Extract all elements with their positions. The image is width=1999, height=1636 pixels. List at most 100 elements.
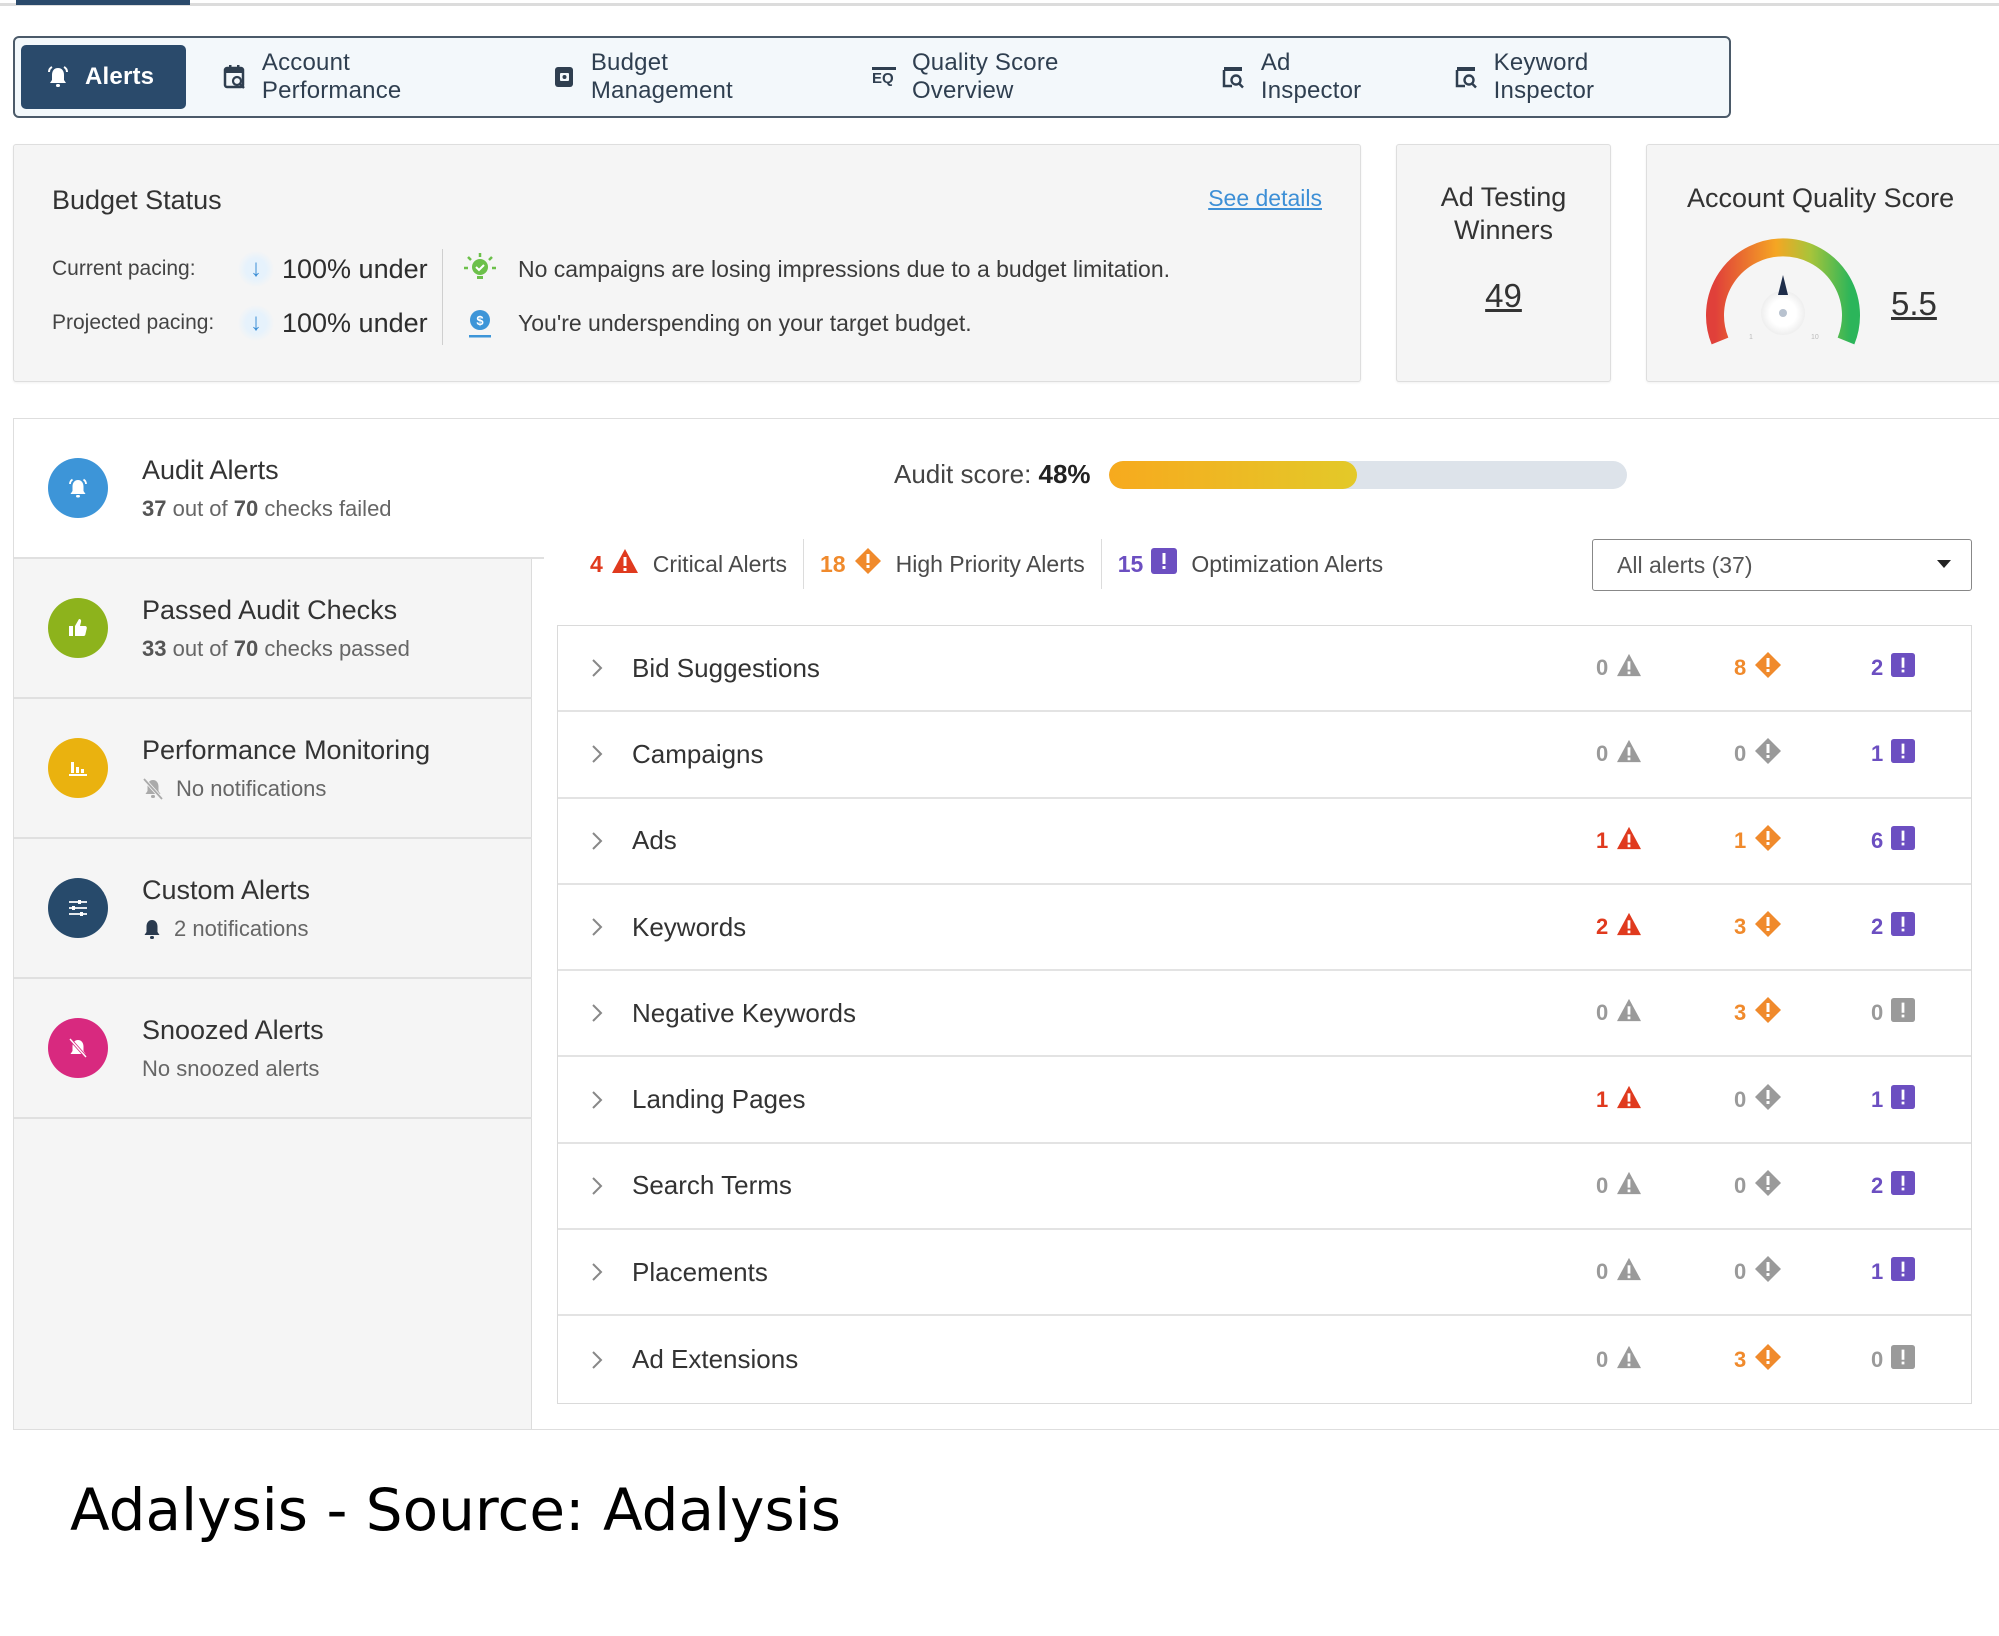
chevron-right-icon[interactable] <box>590 1349 610 1371</box>
optimization-square-icon <box>1891 1170 1916 1202</box>
bell-ring-icon <box>45 64 71 90</box>
tab-label: Ad Inspector <box>1260 49 1362 104</box>
chevron-right-icon[interactable] <box>590 1002 610 1024</box>
sidebar-item-custom-alerts[interactable]: Custom Alerts 2 notifications <box>14 839 532 979</box>
gauge-needle <box>1778 275 1788 295</box>
optimization-count-cell: 1 <box>1871 1256 1916 1288</box>
high-count-cell: 3 <box>1734 1343 1782 1377</box>
high-label: High Priority Alerts <box>895 550 1085 577</box>
optimization-square-icon <box>1891 1084 1916 1116</box>
optimization-square-icon <box>1891 911 1916 943</box>
critical-triangle-icon <box>1616 653 1642 683</box>
sidebar-item-subtitle: 2 notifications <box>142 916 310 942</box>
critical-triangle-icon <box>1616 1257 1642 1287</box>
tab-quality-score-overview[interactable]: EQ Quality Score Overview <box>850 45 1185 109</box>
caret-down-icon <box>1937 560 1951 568</box>
budget-status-title: Budget Status <box>52 185 222 215</box>
tab-keyword-inspector[interactable]: Keyword Inspector <box>1432 45 1715 109</box>
alert-category-row[interactable]: Negative Keywords 0 3 0 <box>558 971 1971 1058</box>
ad-testing-title: Ad Testing Winners <box>1440 182 1567 245</box>
chevron-right-icon[interactable] <box>590 1261 610 1283</box>
critical-count-cell: 0 <box>1596 1171 1642 1201</box>
critical-triangle-icon <box>1616 998 1642 1028</box>
high-diamond-icon <box>1754 824 1782 858</box>
tab-label: Quality Score Overview <box>911 49 1059 104</box>
audit-score-label: Audit score: 48% <box>894 459 1091 489</box>
optimization-square-icon <box>1891 738 1916 770</box>
alert-category-row[interactable]: Ad Extensions 0 3 0 <box>558 1316 1971 1402</box>
bell-ring-icon <box>48 458 108 518</box>
critical-triangle-icon <box>1616 826 1642 856</box>
category-name: Negative Keywords <box>632 997 856 1028</box>
critical-count-cell: 0 <box>1596 998 1642 1028</box>
tab-label: Account Performance <box>261 49 402 104</box>
quality-score-value[interactable]: 5.5 <box>1891 285 1937 323</box>
critical-count-cell: 0 <box>1596 1257 1642 1287</box>
chevron-right-icon[interactable] <box>590 657 610 679</box>
chevron-right-icon[interactable] <box>590 743 610 765</box>
optimization-square-icon <box>1891 1256 1916 1288</box>
high-count-cell: 3 <box>1734 996 1782 1030</box>
gauge-max-label: 10 <box>1811 334 1819 341</box>
calendar-search-icon <box>222 64 248 90</box>
tab-account-performance[interactable]: Account Performance <box>200 45 515 109</box>
alert-category-row[interactable]: Landing Pages 1 0 1 <box>558 1057 1971 1144</box>
see-details-link[interactable]: See details <box>1208 185 1322 212</box>
critical-count-cell: 1 <box>1596 826 1642 856</box>
category-name: Ad Extensions <box>632 1344 799 1375</box>
critical-triangle-icon <box>1616 739 1642 769</box>
high-diamond-icon <box>1754 910 1782 944</box>
sidebar-item-performance-monitoring[interactable]: Performance Monitoring No notifications <box>14 699 532 839</box>
quality-score-title: Account Quality Score <box>1687 183 1955 213</box>
optimization-alerts-summary[interactable]: 15 Optimization Alerts <box>1102 539 1399 589</box>
optimization-count-cell: 0 <box>1871 1344 1916 1376</box>
inspect-icon <box>1221 64 1247 90</box>
high-count-cell: 0 <box>1734 1083 1782 1117</box>
chevron-right-icon[interactable] <box>590 1175 610 1197</box>
high-priority-alerts-summary[interactable]: 18 High Priority Alerts <box>804 539 1102 589</box>
active-page-indicator <box>16 0 190 5</box>
alert-category-row[interactable]: Bid Suggestions 0 8 2 <box>558 626 1971 713</box>
sidebar-item-audit-alerts[interactable]: Audit Alerts 37 out of 70 checks failed <box>14 419 544 559</box>
alert-category-row[interactable]: Keywords 2 3 2 <box>558 885 1971 972</box>
audit-score-bar <box>1108 460 1627 489</box>
alert-category-row[interactable]: Placements 0 0 1 <box>558 1230 1971 1317</box>
budget-message-text: No campaigns are losing impressions due … <box>518 255 1171 282</box>
ad-testing-value[interactable]: 49 <box>1485 277 1522 315</box>
ad-testing-winners-card: Ad Testing Winners 49 <box>1396 144 1611 382</box>
optimization-count-cell: 0 <box>1871 997 1916 1029</box>
high-count-cell: 8 <box>1734 651 1782 685</box>
chevron-right-icon[interactable] <box>590 830 610 852</box>
tab-alerts[interactable]: Alerts <box>21 45 187 109</box>
high-diamond-icon <box>1754 996 1782 1030</box>
high-diamond-icon <box>1754 1343 1782 1377</box>
chevron-right-icon[interactable] <box>590 1089 610 1111</box>
sidebar-item-snoozed-alerts[interactable]: Snoozed Alerts No snoozed alerts <box>14 979 532 1119</box>
optimization-count-cell: 1 <box>1871 1084 1916 1116</box>
sidebar-item-title: Performance Monitoring <box>142 734 431 765</box>
sidebar-item-passed-audit-checks[interactable]: Passed Audit Checks 33 out of 70 checks … <box>14 559 532 699</box>
budget-message: $ You're underspending on your target bu… <box>462 303 972 343</box>
optimization-square-icon <box>1891 652 1916 684</box>
critical-count-cell: 1 <box>1596 1085 1642 1115</box>
bell-icon <box>142 917 162 941</box>
alerts-filter-select[interactable]: All alerts (37) <box>1592 539 1972 591</box>
chevron-right-icon[interactable] <box>590 916 610 938</box>
sliders-icon <box>48 878 108 938</box>
lightbulb-check-icon <box>462 251 498 287</box>
tab-budget-management[interactable]: Budget Management <box>529 45 836 109</box>
sidebar-item-title: Custom Alerts <box>142 874 311 905</box>
projected-pacing-label: Projected pacing: <box>52 311 215 334</box>
arrow-down-icon: ↓ <box>238 251 274 287</box>
arrow-down-icon: ↓ <box>238 305 274 341</box>
high-diamond-icon <box>1754 1255 1782 1289</box>
alert-category-row[interactable]: Campaigns 0 0 1 <box>558 712 1971 799</box>
quality-score-gauge: 1 10 <box>1706 238 1860 345</box>
gauge-min-label: 1 <box>1749 334 1753 341</box>
tab-ad-inspector[interactable]: Ad Inspector <box>1199 45 1418 109</box>
alert-category-row[interactable]: Search Terms 0 0 2 <box>558 1144 1971 1231</box>
critical-alerts-summary[interactable]: 4 Critical Alerts <box>574 539 804 589</box>
category-name: Campaigns <box>632 738 764 769</box>
alert-category-row[interactable]: Ads 1 1 6 <box>558 799 1971 885</box>
high-diamond-icon <box>1754 1083 1782 1117</box>
